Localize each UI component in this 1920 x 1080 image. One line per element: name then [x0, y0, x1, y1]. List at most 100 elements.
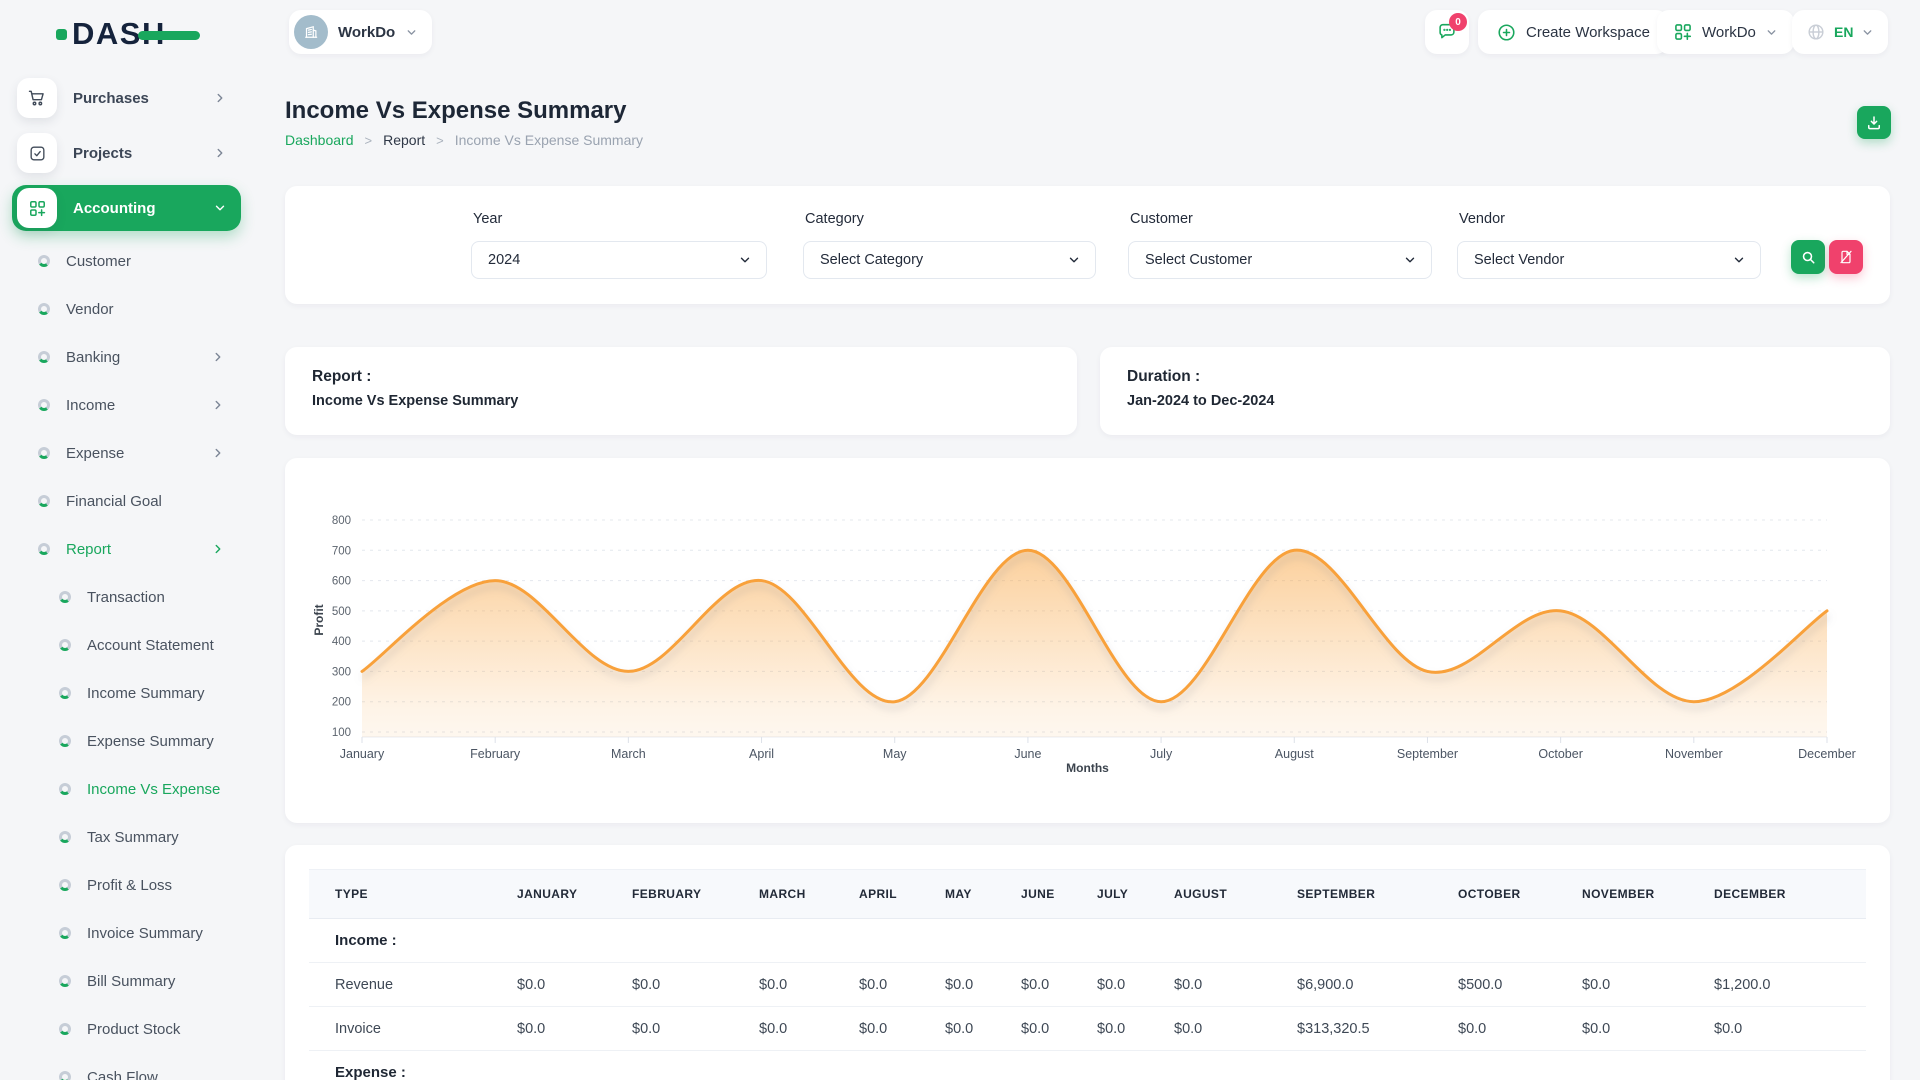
brand-logo[interactable]: DASH	[56, 14, 166, 54]
sidebar-item-account-statement[interactable]: Account Statement	[0, 621, 253, 669]
chevron-down-icon	[405, 26, 418, 39]
create-workspace-button[interactable]: Create Workspace	[1478, 10, 1668, 54]
bullet-icon	[59, 1023, 71, 1035]
column-header: JANUARY	[509, 870, 624, 919]
chevron-down-icon	[1403, 253, 1417, 267]
bullet-icon	[38, 351, 50, 363]
cell-value: $0.0	[937, 963, 1013, 1007]
sidebar-item-income[interactable]: Income	[0, 381, 253, 429]
category-select[interactable]: Select Category	[803, 241, 1096, 279]
income-expense-table-card: TYPE JANUARY FEBRUARY MARCH APRIL MAY JU…	[285, 845, 1890, 1080]
sidebar-item-projects[interactable]: Projects	[12, 130, 241, 176]
sidebar-item-income-vs-expense[interactable]: Income Vs Expense	[0, 765, 253, 813]
cell-value: $0.0	[1706, 1007, 1866, 1051]
page-title: Income Vs Expense Summary	[285, 97, 626, 125]
year-select[interactable]: 2024	[471, 241, 767, 279]
sidebar-item-report[interactable]: Report	[0, 525, 253, 573]
messages-count-badge: 0	[1449, 13, 1467, 31]
chevron-down-icon	[1765, 26, 1778, 39]
duration-card-label: Duration :	[1127, 368, 1200, 386]
section-label: Expense :	[309, 1051, 1866, 1080]
sidebar-item-profit-loss[interactable]: Profit & Loss	[0, 861, 253, 909]
search-icon	[1800, 249, 1817, 266]
cell-value: $500.0	[1450, 963, 1574, 1007]
app-root: DASH Purchases Projects Accounting Custo…	[0, 0, 1920, 1080]
report-card: Report : Income Vs Expense Summary	[285, 347, 1077, 435]
svg-text:April: April	[749, 747, 774, 761]
globe-icon	[1806, 22, 1826, 42]
sidebar-item-purchases[interactable]: Purchases	[12, 75, 241, 121]
sidebar-item-tax-summary[interactable]: Tax Summary	[0, 813, 253, 861]
vendor-select[interactable]: Select Vendor	[1457, 241, 1761, 279]
sidebar-item-expense-summary[interactable]: Expense Summary	[0, 717, 253, 765]
sidebar-item-banking[interactable]: Banking	[0, 333, 253, 381]
report-card-value: Income Vs Expense Summary	[304, 393, 518, 409]
svg-text:August: August	[1275, 747, 1314, 761]
cell-value: $0.0	[1166, 1007, 1289, 1051]
workspace-avatar	[294, 15, 328, 49]
download-button[interactable]	[1857, 106, 1891, 139]
chevron-right-icon	[213, 146, 227, 160]
chevron-down-icon	[1732, 253, 1746, 267]
column-header: APRIL	[851, 870, 937, 919]
sidebar-item-product-stock[interactable]: Product Stock	[0, 1005, 253, 1053]
language-selector[interactable]: EN	[1792, 10, 1888, 54]
chevron-down-icon	[738, 253, 752, 267]
messages-button[interactable]: 0	[1425, 10, 1469, 54]
sidebar-item-cash-flow[interactable]: Cash Flow	[0, 1053, 253, 1080]
sidebar-item-expense[interactable]: Expense	[0, 429, 253, 477]
column-header: TYPE	[309, 870, 509, 919]
sidebar-item-invoice-summary[interactable]: Invoice Summary	[0, 909, 253, 957]
category-icon	[17, 188, 57, 228]
sidebar-item-vendor[interactable]: Vendor	[0, 285, 253, 333]
cell-value: $0.0	[1574, 963, 1706, 1007]
cell-value: $0.0	[624, 963, 751, 1007]
table-section-row: Expense :	[309, 1051, 1866, 1080]
breadcrumb-separator: >	[365, 133, 373, 148]
category-icon	[1673, 22, 1693, 42]
cell-value: $0.0	[751, 963, 851, 1007]
cell-value: $0.0	[1166, 963, 1289, 1007]
apply-filter-button[interactable]	[1791, 240, 1825, 274]
cell-value: $0.0	[851, 1007, 937, 1051]
sidebar-item-accounting[interactable]: Accounting	[12, 185, 241, 231]
row-label: Revenue	[309, 963, 509, 1007]
report-card-label: Report :	[312, 368, 371, 386]
breadcrumb-current: Income Vs Expense Summary	[455, 132, 643, 148]
svg-text:October: October	[1538, 747, 1582, 761]
cell-value: $0.0	[1450, 1007, 1574, 1051]
breadcrumb-report[interactable]: Report	[383, 132, 425, 148]
category-label: Category	[805, 211, 864, 227]
filter-panel: Year 2024 Category Select Category Custo…	[285, 186, 1890, 304]
reset-filter-button[interactable]	[1829, 240, 1863, 274]
sidebar-item-customer[interactable]: Customer	[0, 237, 253, 285]
column-header: JUNE	[1013, 870, 1089, 919]
sidebar-item-bill-summary[interactable]: Bill Summary	[0, 957, 253, 1005]
customer-label: Customer	[1130, 211, 1193, 227]
breadcrumb-dashboard[interactable]: Dashboard	[285, 132, 354, 148]
bullet-icon	[59, 975, 71, 987]
workspace-selector[interactable]: WorkDo	[289, 10, 432, 54]
cell-value: $0.0	[851, 963, 937, 1007]
svg-text:December: December	[1798, 747, 1856, 761]
customer-select[interactable]: Select Customer	[1128, 241, 1432, 279]
bullet-icon	[59, 879, 71, 891]
bullet-icon	[38, 303, 50, 315]
vendor-label: Vendor	[1459, 211, 1505, 227]
bullet-icon	[38, 399, 50, 411]
column-header: SEPTEMBER	[1289, 870, 1450, 919]
sidebar-item-transaction[interactable]: Transaction	[0, 573, 253, 621]
company-dropdown[interactable]: WorkDo	[1657, 10, 1794, 54]
breadcrumb-separator: >	[436, 133, 444, 148]
sidebar-item-financial-goal[interactable]: Financial Goal	[0, 477, 253, 525]
logo-accent-bar	[138, 31, 200, 40]
income-expense-chart: 100200300400500600700800JanuaryFebruaryM…	[301, 505, 1874, 777]
cell-value: $0.0	[1013, 1007, 1089, 1051]
cell-value: $0.0	[1089, 963, 1166, 1007]
reset-filter-icon	[1838, 249, 1854, 265]
svg-text:600: 600	[332, 576, 351, 588]
chevron-right-icon	[213, 91, 227, 105]
duration-card-value: Jan-2024 to Dec-2024	[1119, 393, 1275, 409]
bullet-icon	[59, 831, 71, 843]
sidebar-item-income-summary[interactable]: Income Summary	[0, 669, 253, 717]
